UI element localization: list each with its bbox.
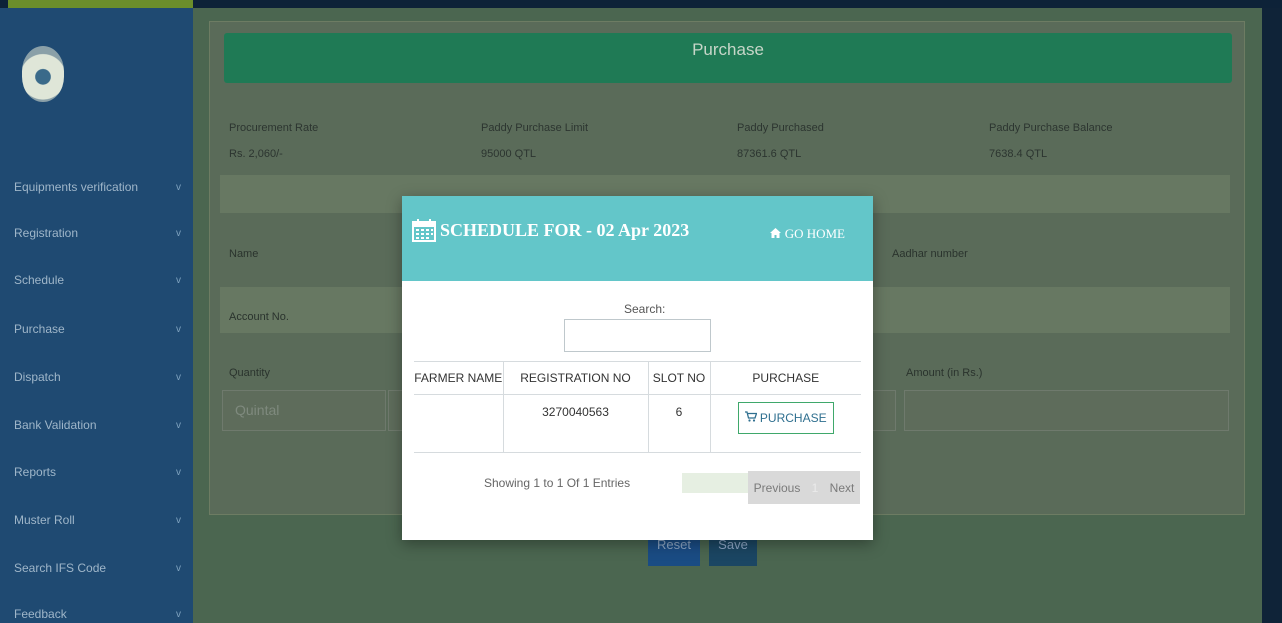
paddy-purchase-balance: Paddy Purchase Balance 7638.4 QTL: [989, 122, 1113, 160]
info-label: Paddy Purchase Balance: [989, 122, 1113, 134]
schedule-table: FARMER NAME REGISTRATION NO SLOT NO PURC…: [414, 361, 861, 453]
info-value: Rs. 2,060/-: [229, 148, 283, 160]
go-home-link[interactable]: GO HOME: [769, 226, 845, 242]
col-purchase[interactable]: PURCHASE: [710, 361, 861, 395]
sidebar-item-label: Equipments verification: [14, 180, 139, 194]
info-label: Paddy Purchased: [737, 122, 824, 134]
sidebar: Equipments verification v Registration v…: [0, 8, 193, 623]
purchase-button[interactable]: PURCHASE: [737, 402, 834, 434]
cell-farmer-name: [414, 394, 504, 453]
emblem-logo: [22, 46, 64, 102]
info-label: Procurement Rate: [229, 122, 319, 134]
cell-slot-no: 6: [648, 394, 711, 453]
chevron-down-icon: v: [176, 227, 181, 239]
paddy-purchased: Paddy Purchased 87361.6 QTL: [737, 122, 824, 160]
search-input[interactable]: [564, 319, 711, 352]
modal-header: SCHEDULE FOR - 02 Apr 2023 GO HOME: [402, 196, 873, 281]
account-label: Account No.: [229, 311, 289, 323]
sidebar-item-bank-validation[interactable]: Bank Validation v: [0, 410, 193, 440]
cart-icon: [744, 411, 758, 425]
sidebar-item-label: Purchase: [14, 322, 65, 336]
cell-purchase: PURCHASE: [710, 394, 861, 453]
info-value: 87361.6 QTL: [737, 148, 802, 160]
chevron-down-icon: v: [176, 323, 181, 335]
chevron-down-icon: v: [176, 371, 181, 383]
info-value: 95000 QTL: [481, 148, 537, 160]
chevron-down-icon: v: [176, 466, 181, 478]
sidebar-item-schedule[interactable]: Schedule v: [0, 265, 193, 295]
chevron-down-icon: v: [176, 608, 181, 620]
sidebar-item-equipments-verification[interactable]: Equipments verification v: [0, 172, 193, 202]
search-label: Search:: [624, 302, 666, 316]
pagination: Previous 1 Next: [748, 471, 860, 504]
entries-info: Showing 1 to 1 Of 1 Entries: [484, 476, 631, 490]
table-row: 3270040563 6 PURCHASE: [414, 394, 861, 453]
amount-label: Amount (in Rs.): [906, 367, 983, 379]
chevron-down-icon: v: [176, 514, 181, 526]
info-label: Paddy Purchase Limit: [481, 122, 588, 134]
col-farmer-name[interactable]: FARMER NAME: [414, 361, 504, 395]
sidebar-item-label: Bank Validation: [14, 418, 97, 432]
purchase-button-label: PURCHASE: [759, 411, 827, 425]
chevron-down-icon: v: [176, 274, 181, 286]
modal-title: SCHEDULE FOR - 02 Apr 2023: [412, 218, 689, 242]
aadhar-label: Aadhar number: [892, 248, 968, 260]
col-slot-no[interactable]: SLOT NO: [648, 361, 711, 395]
chevron-down-icon: v: [176, 419, 181, 431]
table-header-row: FARMER NAME REGISTRATION NO SLOT NO PURC…: [414, 361, 861, 395]
name-label: Name: [229, 248, 259, 260]
pager-background: [682, 473, 748, 493]
sidebar-item-feedback[interactable]: Feedback v: [0, 599, 193, 623]
sidebar-item-dispatch[interactable]: Dispatch v: [0, 362, 193, 392]
pager-current-page[interactable]: 1: [812, 481, 819, 495]
home-icon: [769, 226, 781, 242]
total-input[interactable]: [870, 390, 896, 431]
page-title: Purchase: [224, 33, 1232, 83]
amount-input[interactable]: [904, 390, 1229, 431]
sidebar-item-label: Feedback: [14, 607, 67, 621]
pager-previous[interactable]: Previous: [754, 481, 801, 495]
quantity-input[interactable]: Quintal: [222, 390, 386, 431]
cell-registration-no: 3270040563: [503, 394, 649, 453]
paddy-purchase-limit: Paddy Purchase Limit 95000 QTL: [481, 122, 588, 160]
sidebar-item-label: Registration: [14, 226, 79, 240]
sidebar-item-label: Reports: [14, 465, 57, 479]
procurement-rate: Procurement Rate Rs. 2,060/-: [229, 122, 318, 160]
sidebar-item-label: Muster Roll: [14, 513, 75, 527]
modal-title-text: SCHEDULE FOR - 02 Apr 2023: [440, 219, 690, 240]
sidebar-item-label: Schedule: [14, 273, 65, 287]
sidebar-item-label: Search IFS Code: [14, 561, 107, 575]
sidebar-item-purchase[interactable]: Purchase v: [0, 314, 193, 344]
go-home-label: GO HOME: [784, 226, 845, 241]
sidebar-item-label: Dispatch: [14, 370, 61, 384]
info-value: 7638.4 QTL: [989, 148, 1048, 160]
sidebar-item-registration[interactable]: Registration v: [0, 218, 193, 248]
sidebar-item-search-ifs-code[interactable]: Search IFS Code v: [0, 553, 193, 583]
quantity-label: Quantity: [229, 367, 270, 379]
calendar-icon: [412, 218, 436, 242]
right-edge: [1262, 8, 1282, 623]
chevron-down-icon: v: [176, 181, 181, 193]
sidebar-item-reports[interactable]: Reports v: [0, 457, 193, 487]
sidebar-item-muster-roll[interactable]: Muster Roll v: [0, 505, 193, 535]
pager-next[interactable]: Next: [830, 481, 855, 495]
chevron-down-icon: v: [176, 562, 181, 574]
col-registration-no[interactable]: REGISTRATION NO: [503, 361, 649, 395]
schedule-modal: SCHEDULE FOR - 02 Apr 2023 GO HOME Searc…: [402, 196, 873, 540]
